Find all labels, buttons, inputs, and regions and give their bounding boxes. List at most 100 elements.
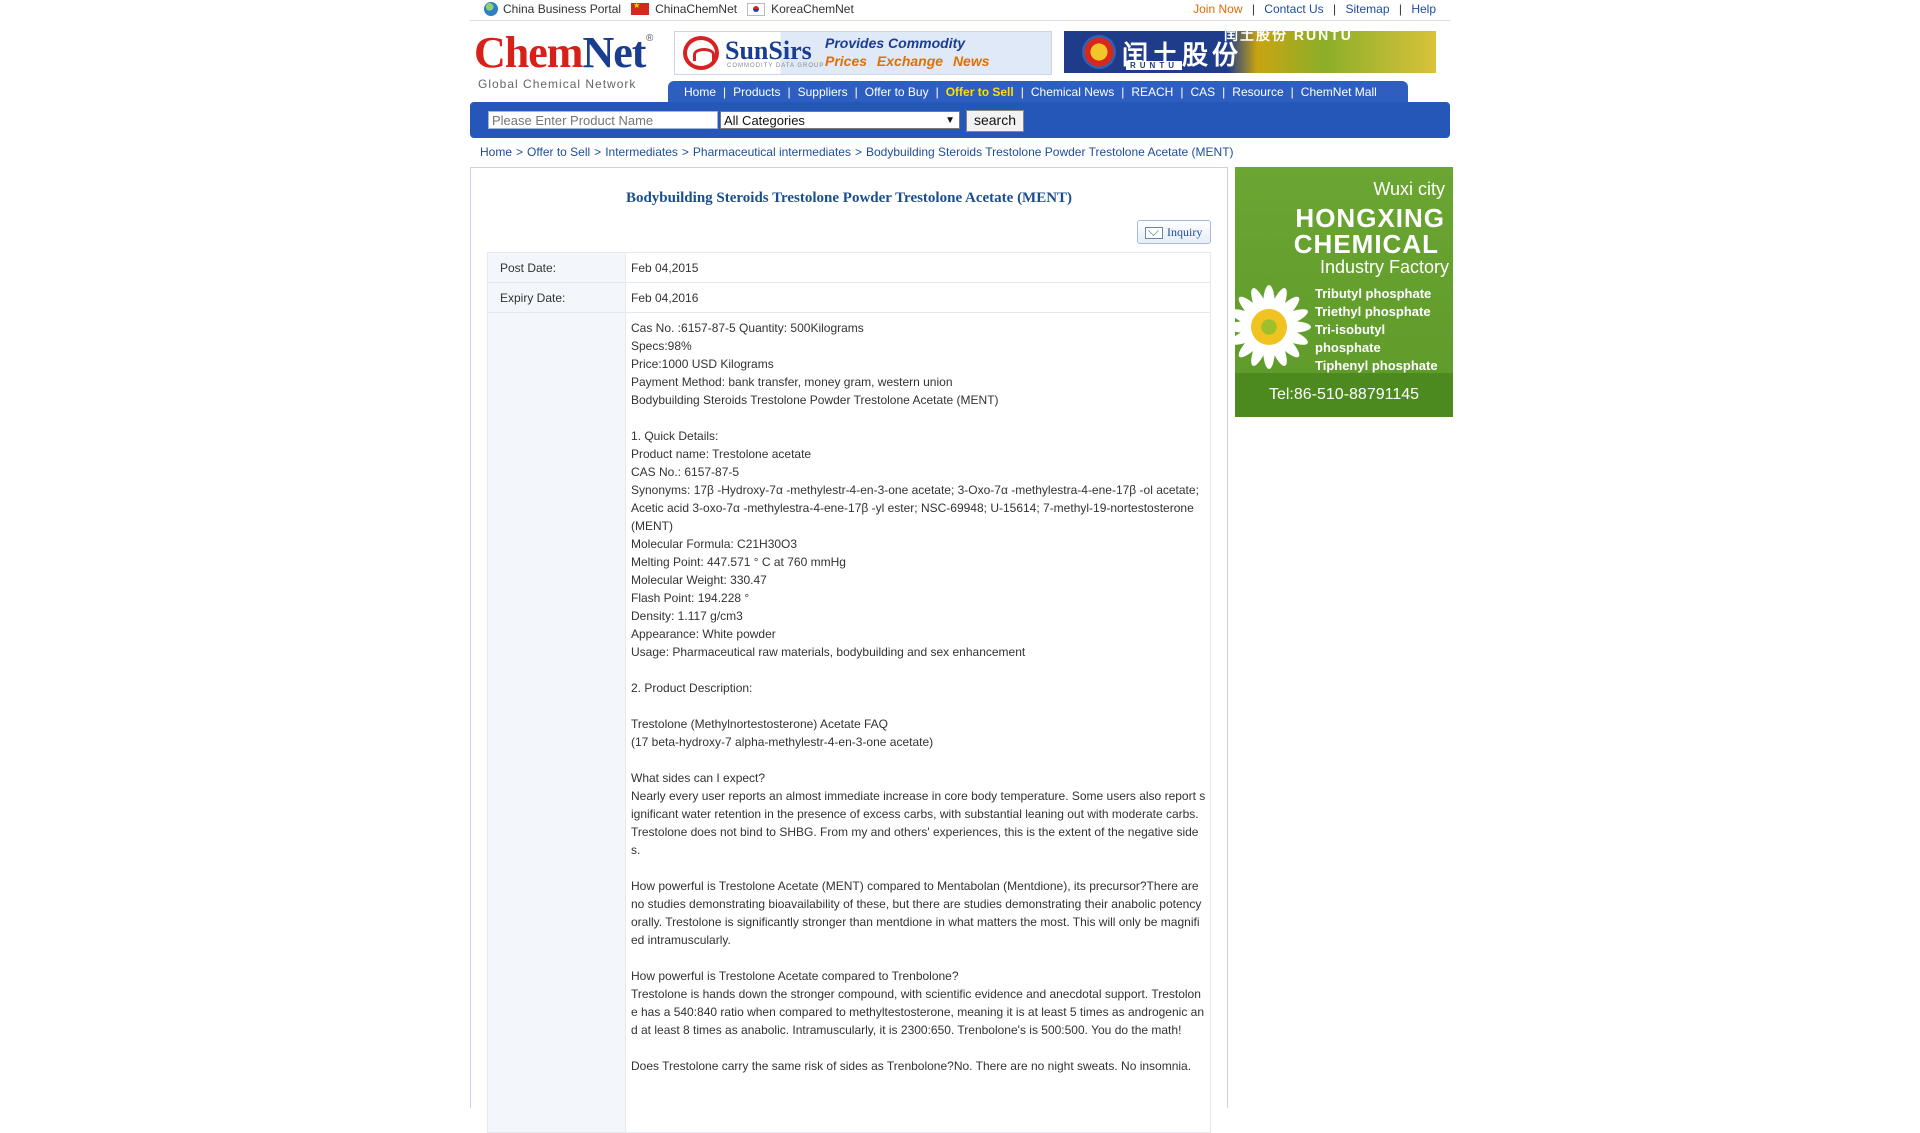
nav-link[interactable]: Resource xyxy=(1232,85,1283,99)
flower-core xyxy=(1251,309,1287,345)
nav-link[interactable]: Home xyxy=(684,85,716,99)
nav-link[interactable]: Suppliers xyxy=(798,85,848,99)
registered-mark: ® xyxy=(646,33,654,44)
join-now-link[interactable]: Join Now xyxy=(1193,2,1242,16)
ad-phone: Tel:86-510-88791145 xyxy=(1235,373,1453,417)
logo-tagline: Global Chemical Network xyxy=(478,77,637,91)
breadcrumb: Home > Offer to Sell > Intermediates > Pharmac… xyxy=(480,145,1234,159)
description-line: Density: 1.117 g/cm3 xyxy=(631,609,743,623)
sitemap-link[interactable]: Sitemap xyxy=(1345,2,1389,16)
runtu-english-name: RUNTU xyxy=(1126,61,1182,70)
nav-link[interactable]: CAS xyxy=(1190,85,1215,99)
inquiry-button[interactable]: Inquiry xyxy=(1137,220,1211,244)
description-line: Synonyms: 17β -Hydroxy-7α -methylestr-4-… xyxy=(631,483,1199,533)
description-line: Trestolone is hands down the stronger co… xyxy=(631,987,1204,1037)
runtu-top-text: 闰土股份 RUNTU xyxy=(1224,31,1353,43)
description-line: Nearly every user reports an almost imme… xyxy=(631,789,1206,857)
nav-item-home[interactable]: Home | xyxy=(684,85,733,99)
header: ChemNet ® Global Chemical Network SunSir… xyxy=(470,21,1450,105)
nav-link[interactable]: ChemNet Mall xyxy=(1301,85,1377,99)
ad-product: Triethyl phosphate xyxy=(1315,304,1431,319)
nav-item-offer-to-sell[interactable]: Offer to Sell | xyxy=(946,85,1031,99)
description-line: Specs:98% xyxy=(631,339,692,353)
logo-wordmark: ChemNet xyxy=(474,28,646,77)
table-row: Post Date: Feb 04,2015 xyxy=(487,252,1211,283)
product-info-table: Post Date: Feb 04,2015 Expiry Date: Feb … xyxy=(487,252,1211,1133)
nav-item-products[interactable]: Products | xyxy=(733,85,797,99)
utility-links: Join Now | Contact Us | Sitemap | Help xyxy=(1193,2,1436,16)
description-label-cell xyxy=(487,312,626,1133)
description-line: Bodybuilding Steroids Trestolone Powder … xyxy=(631,393,999,407)
runtu-logo-icon xyxy=(1082,35,1116,69)
category-select[interactable]: All Categories ▼ xyxy=(720,111,960,129)
description-line: Does Trestolone carry the same risk of s… xyxy=(631,1059,1192,1073)
nav-link[interactable]: Products xyxy=(733,85,780,99)
breadcrumb-item[interactable]: Intermediates xyxy=(605,145,678,159)
expiry-date-label: Expiry Date: xyxy=(487,282,626,313)
nav-separator: | xyxy=(787,85,791,99)
sunsirs-name: SunSirs xyxy=(725,36,812,65)
description-line: (17 beta-hydroxy-7 alpha-methylestr-4-en… xyxy=(631,735,934,749)
nav-list: Home | Products | Suppliers | Offer to Buy | Off… xyxy=(668,81,1408,103)
nav-link[interactable]: Offer to Buy xyxy=(865,85,929,99)
nav-link[interactable]: Chemical News xyxy=(1031,85,1114,99)
nav-link[interactable]: Offer to Sell xyxy=(946,85,1014,99)
description-line: CAS No.: 6157-87-5 xyxy=(631,465,740,479)
nav-item-resource[interactable]: Resource | xyxy=(1232,85,1300,99)
nav-item-suppliers[interactable]: Suppliers | xyxy=(798,85,865,99)
ad-city: Wuxi city xyxy=(1373,179,1445,199)
product-title: Bodybuilding Steroids Trestolone Powder … xyxy=(625,190,1073,206)
description-line: Molecular Formula: C21H30O3 xyxy=(631,537,798,551)
nav-item-chemnet-mall[interactable]: ChemNet Mall xyxy=(1301,85,1377,99)
koreachemnet-link[interactable]: KoreaChemNet xyxy=(747,2,854,16)
daisy-image xyxy=(1235,279,1317,375)
runtu-banner[interactable]: 闰土股份 RUNTU 闰土股份 RUNTU xyxy=(1064,31,1436,73)
breadcrumb-item[interactable]: Bodybuilding Steroids Trestolone Powder … xyxy=(866,145,1234,159)
separator: | xyxy=(1333,2,1337,16)
sunsirs-tagline-1: Provides Commodity xyxy=(825,35,966,51)
description-line: Price:1000 USD Kilograms xyxy=(631,357,774,371)
breadcrumb-item[interactable]: Offer to Sell xyxy=(527,145,590,159)
nav-separator: | xyxy=(1290,85,1294,99)
contact-us-link[interactable]: Contact Us xyxy=(1264,2,1323,16)
nav-separator: | xyxy=(1121,85,1125,99)
table-row: Expiry Date: Feb 04,2016 xyxy=(487,282,1211,313)
nav-item-chemical-news[interactable]: Chemical News | xyxy=(1031,85,1131,99)
nav-separator: | xyxy=(1180,85,1184,99)
nav-item-reach[interactable]: REACH | xyxy=(1131,85,1190,99)
chemnet-logo[interactable]: ChemNet ® Global Chemical Network xyxy=(474,31,659,93)
hongxing-chemical-ad[interactable]: Wuxi city HONGXING CHEMICAL Industry Fac… xyxy=(1235,167,1453,417)
table-row: Cas No. :6157-87-5 Quantity: 500Kilogram… xyxy=(487,312,1211,1133)
help-link[interactable]: Help xyxy=(1411,2,1436,16)
search-button[interactable]: search xyxy=(966,110,1024,132)
ad-company-line-2: CHEMICAL xyxy=(1293,229,1439,259)
post-date-value: Feb 04,2015 xyxy=(625,252,1211,283)
post-date-label: Post Date: xyxy=(487,252,626,283)
ad-product: Tributyl phosphate xyxy=(1315,286,1432,301)
nav-separator: | xyxy=(935,85,939,99)
description-line: Cas No. :6157-87-5 Quantity: 500Kilogram… xyxy=(631,321,864,335)
nav-separator: | xyxy=(1020,85,1024,99)
china-business-portal-link[interactable]: China Business Portal xyxy=(484,2,621,16)
product-search-input[interactable] xyxy=(488,111,718,129)
breadcrumb-separator: > xyxy=(854,145,862,159)
ad-product-list: Tributyl phosphate Triethyl phosphate Tr… xyxy=(1315,285,1453,375)
envelope-icon xyxy=(1145,227,1163,239)
breadcrumb-item[interactable]: Home xyxy=(480,145,512,159)
breadcrumb-item[interactable]: Pharmaceutical intermediates xyxy=(693,145,851,159)
nav-link[interactable]: REACH xyxy=(1131,85,1173,99)
nav-item-offer-to-buy[interactable]: Offer to Buy | xyxy=(865,85,946,99)
nav-item-cas[interactable]: CAS | xyxy=(1190,85,1232,99)
product-detail-panel: Bodybuilding Steroids Trestolone Powder … xyxy=(470,167,1228,1133)
description-line: Flash Point: 194.228 ° xyxy=(631,591,750,605)
description-line: How powerful is Trestolone Acetate compa… xyxy=(631,969,959,983)
sunsirs-banner[interactable]: SunSirs COMMODITY DATA GROUP Provides Co… xyxy=(674,31,1052,75)
chinachemnet-link[interactable]: ChinaChemNet xyxy=(631,1,737,16)
chevron-down-icon: ▼ xyxy=(945,115,955,126)
